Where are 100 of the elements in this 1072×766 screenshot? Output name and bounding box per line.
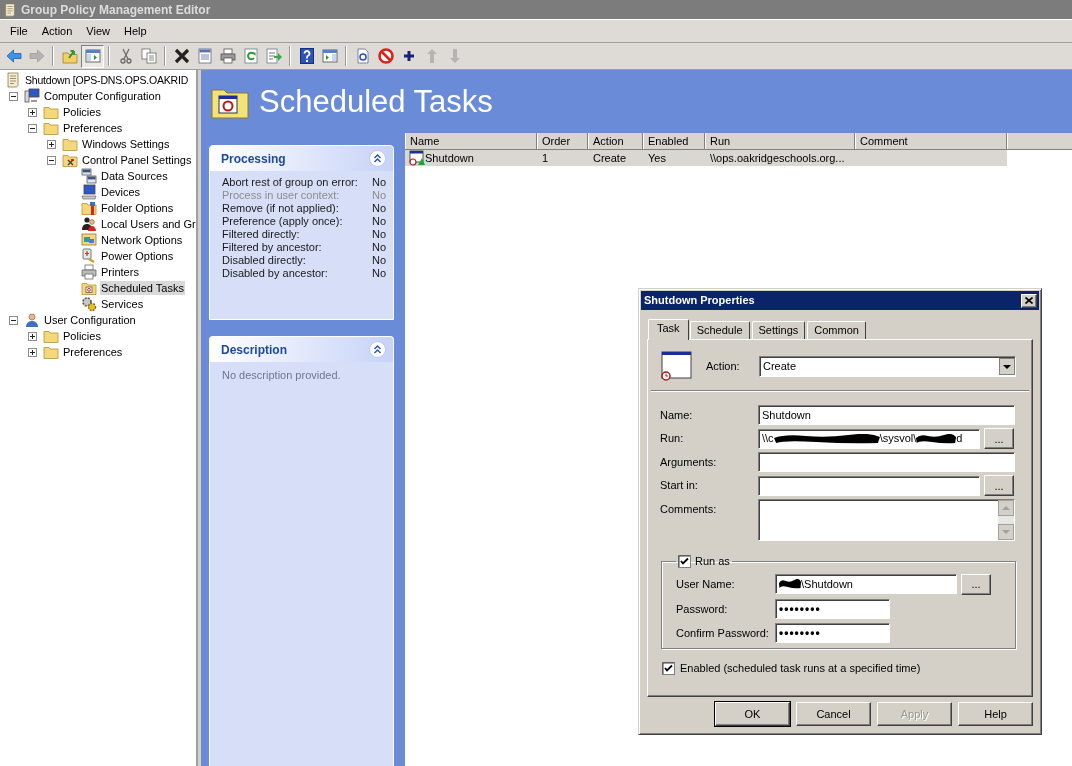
column-header[interactable]: Comment	[855, 133, 1007, 149]
tree-item[interactable]: Services	[100, 297, 145, 311]
field-value: \Shutdown	[801, 576, 853, 592]
property-label: Abort rest of group on error:	[222, 176, 358, 189]
checkbox[interactable]	[662, 661, 675, 675]
expand-icon[interactable]	[28, 331, 37, 341]
close-button[interactable]	[1021, 293, 1037, 308]
table-cell-text: \\ops.oakridgeschools.org...	[710, 150, 845, 166]
description-text: No description provided.	[221, 368, 342, 383]
tree-item[interactable]: Policies	[62, 329, 102, 343]
input-field[interactable]: \\c \sysvol\ d	[758, 428, 980, 449]
property-value: No	[371, 267, 386, 280]
property-value: No	[371, 189, 386, 202]
tree-item[interactable]: Windows Settings	[81, 137, 171, 151]
expand-icon[interactable]	[28, 107, 37, 117]
field-value: ••••••••	[779, 600, 821, 618]
column-header[interactable]: Enabled	[643, 133, 705, 149]
field-value: \\c	[762, 431, 774, 447]
window-title: Group Policy Management Editor	[21, 1, 211, 19]
redaction-mark	[779, 579, 801, 589]
browse-button[interactable]: ...	[984, 475, 1014, 496]
menu-item[interactable]: View	[79, 22, 117, 40]
collapse-icon[interactable]	[47, 155, 56, 165]
field-value: Shutdown	[762, 407, 811, 423]
property-value: No	[371, 202, 386, 215]
tab[interactable]: Settings	[751, 321, 806, 339]
tree-item[interactable]: Policies	[62, 105, 102, 119]
folder-clock-icon	[81, 280, 97, 296]
menu-item[interactable]: Action	[34, 22, 80, 40]
tab[interactable]: Schedule	[689, 321, 750, 339]
tree-item[interactable]: Devices	[100, 185, 142, 199]
table-cell-text: Shutdown	[425, 150, 474, 166]
tree-item[interactable]: Power Options	[100, 249, 175, 263]
input-field[interactable]: Shutdown	[758, 405, 1015, 425]
collapse-icon[interactable]	[28, 123, 37, 133]
field-label: User Name:	[676, 576, 736, 592]
tree-item[interactable]: Folder Options	[100, 201, 175, 215]
column-header[interactable]: Run	[705, 133, 855, 149]
collapse-icon[interactable]	[9, 91, 18, 101]
folder-icon	[43, 104, 59, 120]
dialog-button[interactable]: Cancel	[796, 702, 871, 726]
menu-item[interactable]: File	[3, 22, 35, 40]
property-value: No	[371, 254, 386, 267]
tree-item[interactable]: Preferences	[62, 121, 124, 135]
redaction-mark	[916, 433, 957, 444]
tab[interactable]: Common	[807, 321, 866, 339]
field-label: Comments:	[660, 502, 718, 517]
password-field[interactable]: ••••••••	[775, 598, 890, 619]
tree-item[interactable]: Network Options	[100, 233, 184, 247]
table-row[interactable]: Shutdown 1 Create Yes \\ops.oakridgeschools.org...	[405, 150, 1007, 166]
tree-item[interactable]: Preferences	[62, 345, 124, 359]
collapse-icon[interactable]	[9, 315, 18, 325]
computer-icon	[24, 88, 40, 104]
expand-icon[interactable]	[28, 347, 37, 357]
property-value: No	[371, 215, 386, 228]
page-title: Scheduled Tasks	[259, 83, 493, 120]
tree-item[interactable]: User Configuration	[43, 313, 137, 327]
column-header[interactable]: Order	[537, 133, 588, 149]
menu-item[interactable]: Help	[116, 22, 154, 40]
panel-title: Description	[221, 341, 287, 359]
folder-icon	[62, 136, 78, 152]
network-icon	[81, 232, 97, 248]
input-field[interactable]: \Shutdown	[775, 574, 957, 594]
property-value: No	[371, 228, 386, 241]
checkbox[interactable]	[678, 554, 691, 568]
input-field[interactable]	[758, 475, 980, 496]
tree-item[interactable]: Scheduled Tasks	[100, 281, 185, 295]
property-value: No	[371, 176, 386, 189]
checkbox-label: Enabled (scheduled task runs at a specified time)	[680, 661, 921, 676]
column-header[interactable]: Name	[405, 133, 537, 149]
folder-icon	[43, 328, 59, 344]
checkbox-label: Run as	[695, 554, 730, 569]
tree-item[interactable]: Local Users and Gr	[100, 217, 196, 231]
browse-button[interactable]: ...	[961, 573, 991, 595]
field-label: Name:	[660, 408, 694, 423]
folder-options-icon	[81, 200, 97, 216]
tree-item[interactable]: Shutdown [OPS-DNS.OPS.OAKRID	[24, 73, 190, 87]
action-dropdown[interactable]: Create	[759, 355, 1016, 377]
field-label: Password:	[676, 601, 729, 617]
data-source-icon	[81, 168, 97, 184]
property-label: Filtered by ancestor:	[222, 241, 322, 254]
tree-item[interactable]: Computer Configuration	[43, 89, 162, 103]
folder-icon	[43, 344, 59, 360]
field-value: d	[956, 431, 963, 447]
tree-item[interactable]: Control Panel Settings	[81, 153, 193, 167]
dialog-button[interactable]: Help	[958, 702, 1033, 726]
browse-button[interactable]: ...	[984, 428, 1014, 449]
tree-item[interactable]: Data Sources	[100, 169, 169, 183]
tab[interactable]: Task	[648, 319, 689, 340]
column-header[interactable]: Action	[588, 133, 643, 149]
tree-item[interactable]: Printers	[100, 265, 140, 279]
password-field[interactable]: ••••••••	[775, 622, 890, 643]
dialog-button[interactable]: OK	[715, 702, 790, 726]
window-clock-icon	[660, 351, 692, 381]
expand-icon[interactable]	[47, 139, 56, 149]
folder-icon	[43, 120, 59, 136]
property-label: Disabled directly:	[222, 254, 306, 267]
power-plug-icon	[81, 248, 97, 264]
input-field[interactable]	[758, 452, 1015, 472]
monitor-icon	[81, 184, 97, 200]
